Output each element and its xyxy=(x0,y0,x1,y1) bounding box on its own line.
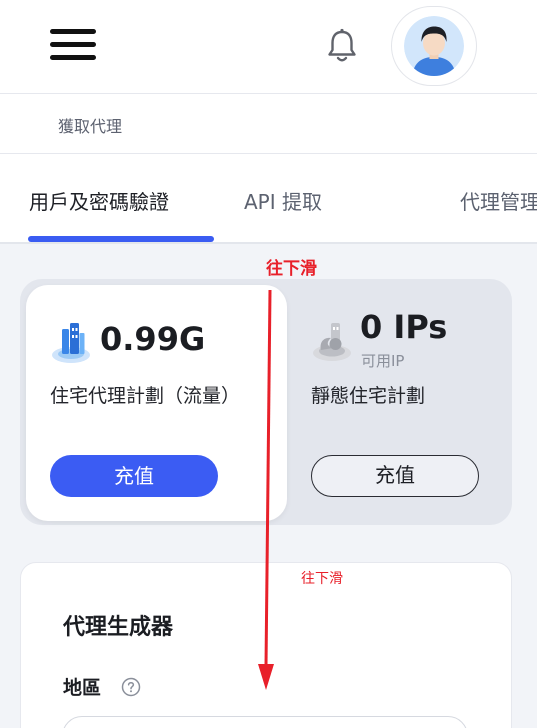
residential-recharge-button[interactable]: 充值 xyxy=(50,455,218,497)
tab-bar: 用戶及密碼驗證 API 提取 代理管理 xyxy=(0,154,537,244)
avatar-button[interactable] xyxy=(391,6,477,86)
tab-proxy-management[interactable]: 代理管理 xyxy=(460,186,537,215)
proxy-generator-card xyxy=(20,562,512,728)
tab-username-password[interactable]: 用戶及密碼驗證 xyxy=(29,186,169,215)
static-residential-icon xyxy=(313,323,351,361)
tab-api-extract[interactable]: API 提取 xyxy=(244,186,322,215)
static-recharge-button[interactable]: 充值 xyxy=(311,455,479,497)
menu-line xyxy=(50,29,96,34)
breadcrumb[interactable]: 獲取代理 xyxy=(58,113,122,137)
static-plan-amount: 0 IPs xyxy=(360,308,448,346)
bell-icon[interactable] xyxy=(322,26,362,66)
region-label: 地區 xyxy=(63,677,102,699)
menu-line xyxy=(50,42,96,47)
active-tab-indicator xyxy=(28,236,214,242)
scroll-hint-label-bottom: 往下滑 xyxy=(301,571,343,587)
region-select[interactable] xyxy=(62,716,468,728)
hamburger-menu-icon[interactable] xyxy=(50,29,96,61)
residential-plan-amount: 0.99G xyxy=(100,320,206,358)
menu-line xyxy=(50,55,96,60)
residential-proxy-icon xyxy=(52,323,90,363)
scroll-hint-label-top: 往下滑 xyxy=(266,259,317,279)
residential-plan-title: 住宅代理計劃（流量） xyxy=(50,385,241,407)
help-icon[interactable] xyxy=(121,677,141,697)
proxy-generator-title: 代理生成器 xyxy=(63,615,174,640)
static-plan-available-ip: 可用IP xyxy=(361,352,405,370)
static-plan-title: 靜態住宅計劃 xyxy=(311,385,426,407)
user-avatar-icon xyxy=(404,16,464,76)
